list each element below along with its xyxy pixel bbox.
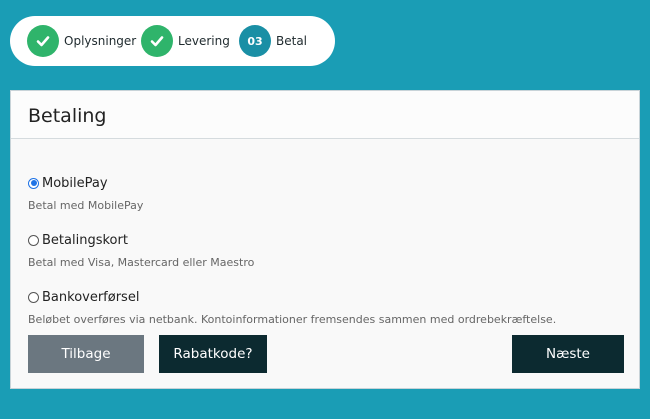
discount-code-button[interactable]: Rabatkode? (159, 335, 267, 373)
back-button[interactable]: Tilbage (28, 335, 144, 373)
card-header: Betaling (11, 91, 639, 139)
page-title: Betaling (28, 105, 107, 127)
check-icon (141, 25, 173, 57)
step-oplysninger[interactable]: Oplysninger (27, 25, 136, 57)
option-description: Betal med MobilePay (28, 199, 144, 212)
card-radio[interactable] (28, 234, 39, 246)
payment-option-mobilepay[interactable]: MobilePay Betal med MobilePay (28, 174, 143, 212)
next-button[interactable]: Næste (512, 335, 624, 373)
mobilepay-radio[interactable] (28, 177, 39, 189)
step-label: Levering (178, 34, 230, 48)
step-number: 03 (239, 25, 271, 57)
step-betal[interactable]: 03 Betal (239, 25, 307, 57)
step-label: Oplysninger (64, 34, 137, 48)
option-label[interactable]: Betalingskort (42, 233, 128, 248)
checkout-stepper: Oplysninger Levering 03 Betal (10, 16, 335, 66)
payment-option-card[interactable]: Betalingskort Betal med Visa, Mastercard… (28, 231, 254, 269)
step-levering[interactable]: Levering (141, 25, 230, 57)
payment-option-bank-transfer[interactable]: Bankoverførsel Beløbet overføres via net… (28, 288, 556, 326)
step-label: Betal (276, 34, 308, 48)
option-description: Beløbet overføres via netbank. Kontoinfo… (28, 313, 557, 326)
option-label[interactable]: Bankoverførsel (42, 290, 139, 305)
payment-card: Betaling MobilePay Betal med MobilePay B… (10, 90, 640, 389)
check-icon (27, 25, 59, 57)
option-label[interactable]: MobilePay (42, 176, 108, 191)
option-description: Betal med Visa, Mastercard eller Maestro (28, 256, 255, 269)
bank-transfer-radio[interactable] (28, 291, 39, 303)
